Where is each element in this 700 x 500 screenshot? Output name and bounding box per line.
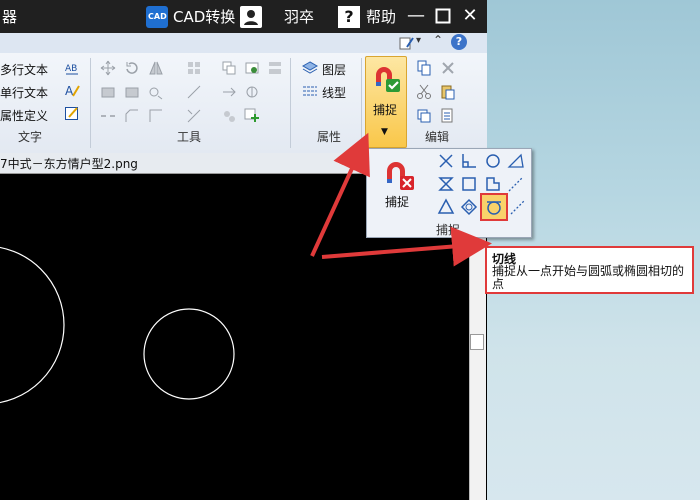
arrow-to-tooltip: [321, 226, 492, 267]
annotation-arrows: [310, 132, 492, 267]
arrow-to-snap-button: [310, 132, 370, 257]
